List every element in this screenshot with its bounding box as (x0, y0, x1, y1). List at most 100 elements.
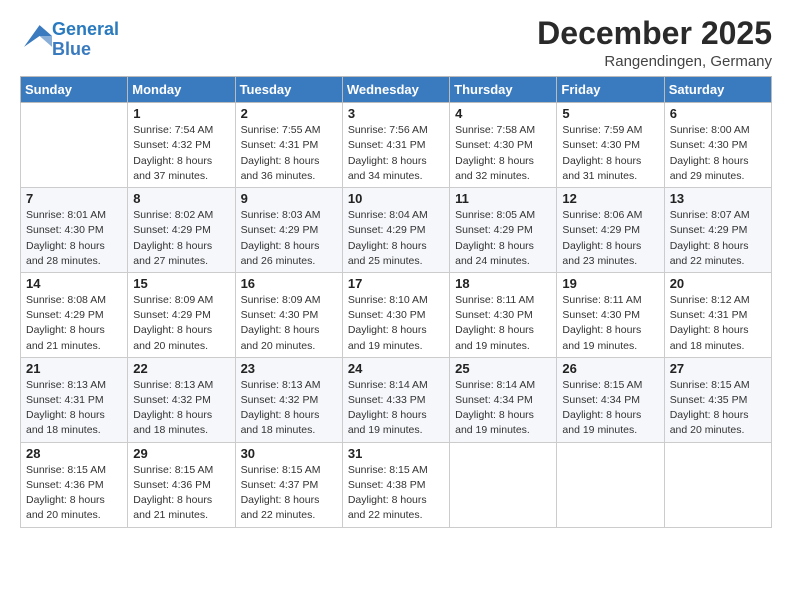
calendar-week-3: 21 Sunrise: 8:13 AMSunset: 4:31 PMDayligh… (21, 357, 772, 442)
day-number: 15 (133, 276, 229, 291)
day-info: Sunrise: 8:15 AMSunset: 4:34 PMDaylight:… (562, 378, 658, 439)
calendar-week-4: 28 Sunrise: 8:15 AMSunset: 4:36 PMDayligh… (21, 442, 772, 527)
calendar-cell: 23 Sunrise: 8:13 AMSunset: 4:32 PMDayligh… (235, 357, 342, 442)
day-info: Sunrise: 8:00 AMSunset: 4:30 PMDaylight:… (670, 123, 766, 184)
location-title: Rangendingen, Germany (537, 53, 772, 70)
header-saturday: Saturday (664, 77, 771, 103)
day-number: 4 (455, 106, 551, 121)
day-number: 2 (241, 106, 337, 121)
calendar-cell (557, 442, 664, 527)
day-number: 18 (455, 276, 551, 291)
calendar-cell: 31 Sunrise: 8:15 AMSunset: 4:38 PMDayligh… (342, 442, 449, 527)
day-number: 6 (670, 106, 766, 121)
calendar-cell: 7 Sunrise: 8:01 AMSunset: 4:30 PMDaylight… (21, 188, 128, 273)
calendar-week-1: 7 Sunrise: 8:01 AMSunset: 4:30 PMDaylight… (21, 188, 772, 273)
calendar-cell: 1Sunrise: 7:54 AMSunset: 4:32 PMDaylight… (128, 103, 235, 188)
day-number: 14 (26, 276, 122, 291)
calendar-cell: 3 Sunrise: 7:56 AMSunset: 4:31 PMDaylight… (342, 103, 449, 188)
day-info: Sunrise: 7:55 AMSunset: 4:31 PMDaylight:… (241, 123, 337, 184)
calendar-cell: 29 Sunrise: 8:15 AMSunset: 4:36 PMDayligh… (128, 442, 235, 527)
header-tuesday: Tuesday (235, 77, 342, 103)
calendar-cell: 9 Sunrise: 8:03 AMSunset: 4:29 PMDaylight… (235, 188, 342, 273)
calendar-week-2: 14 Sunrise: 8:08 AMSunset: 4:29 PMDayligh… (21, 272, 772, 357)
day-number: 27 (670, 361, 766, 376)
calendar-cell: 17Sunrise: 8:10 AMSunset: 4:30 PMDayligh… (342, 272, 449, 357)
calendar-cell: 26 Sunrise: 8:15 AMSunset: 4:34 PMDayligh… (557, 357, 664, 442)
month-title: December 2025 (537, 16, 772, 51)
weekday-header-row: Sunday Monday Tuesday Wednesday Thursday… (21, 77, 772, 103)
calendar-week-0: 1Sunrise: 7:54 AMSunset: 4:32 PMDaylight… (21, 103, 772, 188)
day-info: Sunrise: 8:06 AMSunset: 4:29 PMDaylight:… (562, 208, 658, 269)
day-number: 8 (133, 191, 229, 206)
day-number: 23 (241, 361, 337, 376)
calendar-cell: 30 Sunrise: 8:15 AMSunset: 4:37 PMDayligh… (235, 442, 342, 527)
calendar-cell: 8 Sunrise: 8:02 AMSunset: 4:29 PMDaylight… (128, 188, 235, 273)
day-info: Sunrise: 8:14 AMSunset: 4:33 PMDaylight:… (348, 378, 444, 439)
calendar-cell: 20Sunrise: 8:12 AMSunset: 4:31 PMDayligh… (664, 272, 771, 357)
day-number: 17 (348, 276, 444, 291)
day-info: Sunrise: 8:01 AMSunset: 4:30 PMDaylight:… (26, 208, 122, 269)
day-info: Sunrise: 8:08 AMSunset: 4:29 PMDaylight:… (26, 293, 122, 354)
day-number: 5 (562, 106, 658, 121)
day-info: Sunrise: 8:15 AMSunset: 4:35 PMDaylight:… (670, 378, 766, 439)
title-block: December 2025 Rangendingen, Germany (537, 16, 772, 70)
day-info: Sunrise: 8:11 AMSunset: 4:30 PMDaylight:… (455, 293, 551, 354)
calendar-body: 1Sunrise: 7:54 AMSunset: 4:32 PMDaylight… (21, 103, 772, 527)
calendar-cell: 2 Sunrise: 7:55 AMSunset: 4:31 PMDaylight… (235, 103, 342, 188)
header-monday: Monday (128, 77, 235, 103)
calendar-header: Sunday Monday Tuesday Wednesday Thursday… (21, 77, 772, 103)
day-number: 28 (26, 446, 122, 461)
day-info: Sunrise: 8:03 AMSunset: 4:29 PMDaylight:… (241, 208, 337, 269)
day-number: 1 (133, 106, 229, 121)
page-container: General Blue December 2025 Rangendingen,… (0, 0, 792, 538)
calendar-cell: 13 Sunrise: 8:07 AMSunset: 4:29 PMDayligh… (664, 188, 771, 273)
day-number: 19 (562, 276, 658, 291)
logo: General Blue (20, 20, 119, 60)
calendar-cell: 15 Sunrise: 8:09 AMSunset: 4:29 PMDayligh… (128, 272, 235, 357)
day-number: 9 (241, 191, 337, 206)
day-info: Sunrise: 8:07 AMSunset: 4:29 PMDaylight:… (670, 208, 766, 269)
calendar-cell (21, 103, 128, 188)
header-wednesday: Wednesday (342, 77, 449, 103)
day-number: 26 (562, 361, 658, 376)
calendar-table: Sunday Monday Tuesday Wednesday Thursday… (20, 76, 772, 527)
calendar-cell: 19 Sunrise: 8:11 AMSunset: 4:30 PMDayligh… (557, 272, 664, 357)
day-number: 3 (348, 106, 444, 121)
day-info: Sunrise: 8:02 AMSunset: 4:29 PMDaylight:… (133, 208, 229, 269)
day-number: 7 (26, 191, 122, 206)
day-number: 24 (348, 361, 444, 376)
day-number: 11 (455, 191, 551, 206)
day-info: Sunrise: 8:13 AMSunset: 4:31 PMDaylight:… (26, 378, 122, 439)
day-info: Sunrise: 7:56 AMSunset: 4:31 PMDaylight:… (348, 123, 444, 184)
day-number: 31 (348, 446, 444, 461)
calendar-cell: 25 Sunrise: 8:14 AMSunset: 4:34 PMDayligh… (450, 357, 557, 442)
day-number: 20 (670, 276, 766, 291)
day-number: 25 (455, 361, 551, 376)
day-info: Sunrise: 8:13 AMSunset: 4:32 PMDaylight:… (133, 378, 229, 439)
day-number: 21 (26, 361, 122, 376)
day-number: 13 (670, 191, 766, 206)
day-info: Sunrise: 8:15 AMSunset: 4:38 PMDaylight:… (348, 463, 444, 524)
day-info: Sunrise: 8:11 AMSunset: 4:30 PMDaylight:… (562, 293, 658, 354)
day-info: Sunrise: 8:15 AMSunset: 4:37 PMDaylight:… (241, 463, 337, 524)
header-thursday: Thursday (450, 77, 557, 103)
day-info: Sunrise: 7:58 AMSunset: 4:30 PMDaylight:… (455, 123, 551, 184)
calendar-cell: 10Sunrise: 8:04 AMSunset: 4:29 PMDayligh… (342, 188, 449, 273)
day-info: Sunrise: 8:13 AMSunset: 4:32 PMDaylight:… (241, 378, 337, 439)
calendar-cell: 21 Sunrise: 8:13 AMSunset: 4:31 PMDayligh… (21, 357, 128, 442)
header-friday: Friday (557, 77, 664, 103)
day-info: Sunrise: 8:09 AMSunset: 4:29 PMDaylight:… (133, 293, 229, 354)
day-number: 12 (562, 191, 658, 206)
calendar-cell: 12 Sunrise: 8:06 AMSunset: 4:29 PMDayligh… (557, 188, 664, 273)
day-info: Sunrise: 8:04 AMSunset: 4:29 PMDaylight:… (348, 208, 444, 269)
day-info: Sunrise: 8:15 AMSunset: 4:36 PMDaylight:… (133, 463, 229, 524)
day-number: 16 (241, 276, 337, 291)
logo-general: General (52, 19, 119, 39)
calendar-cell: 4 Sunrise: 7:58 AMSunset: 4:30 PMDaylight… (450, 103, 557, 188)
calendar-cell: 11Sunrise: 8:05 AMSunset: 4:29 PMDayligh… (450, 188, 557, 273)
day-number: 30 (241, 446, 337, 461)
calendar-cell: 27 Sunrise: 8:15 AMSunset: 4:35 PMDayligh… (664, 357, 771, 442)
header: General Blue December 2025 Rangendingen,… (20, 16, 772, 70)
day-info: Sunrise: 8:14 AMSunset: 4:34 PMDaylight:… (455, 378, 551, 439)
day-number: 29 (133, 446, 229, 461)
